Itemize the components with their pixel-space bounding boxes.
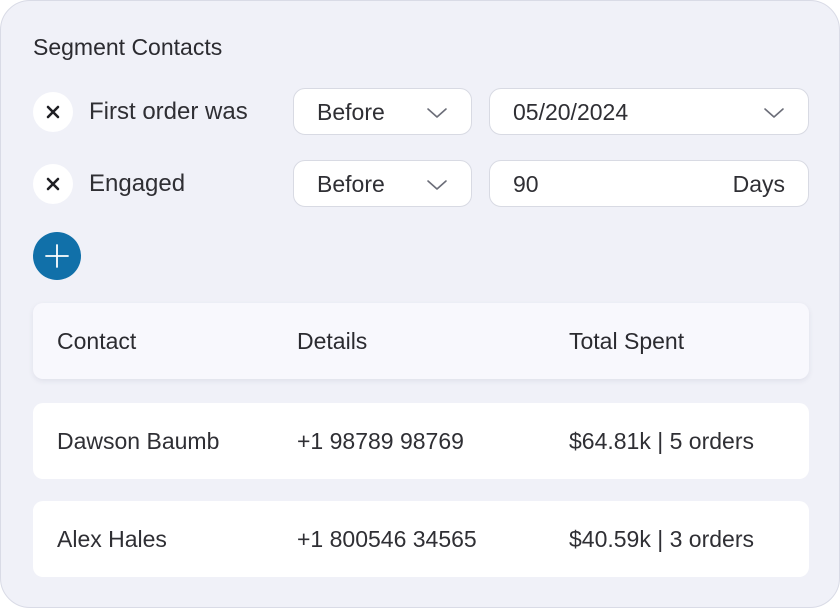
chevron-down-icon — [427, 180, 447, 190]
remove-filter-button[interactable] — [33, 164, 73, 204]
column-header-total-spent[interactable]: Total Spent — [569, 328, 684, 355]
operator-select[interactable]: Before — [293, 160, 472, 207]
panel-title: Segment Contacts — [33, 34, 223, 60]
operator-value: Before — [317, 171, 385, 197]
table-header: Contact Details Total Spent — [33, 303, 809, 379]
chevron-down-icon — [764, 108, 784, 118]
date-value: 05/20/2024 — [513, 99, 629, 125]
contact-total-spent: $64.81k | 5 orders — [569, 428, 754, 454]
remove-filter-button[interactable] — [33, 92, 73, 132]
segment-contacts-panel: Segment Contacts First order was Before … — [0, 0, 840, 608]
filter-row-first-order: First order was Before 05/20/2024 — [33, 88, 809, 136]
filter-row-engaged: Engaged Before 90 Days — [33, 160, 809, 208]
plus-icon — [45, 244, 69, 268]
contact-phone: +1 800546 34565 — [297, 526, 477, 552]
date-select[interactable]: 05/20/2024 — [489, 88, 809, 135]
days-input[interactable]: 90 Days — [489, 160, 809, 207]
days-unit: Days — [732, 171, 785, 197]
column-header-details[interactable]: Details — [297, 328, 367, 355]
filter-label: Engaged — [89, 170, 186, 197]
chevron-down-icon — [427, 108, 447, 118]
contact-total-spent: $40.59k | 3 orders — [569, 526, 754, 552]
contact-name: Alex Hales — [57, 526, 167, 552]
contact-name: Dawson Baumb — [57, 428, 220, 454]
contact-phone: +1 98789 98769 — [297, 428, 464, 454]
close-icon — [46, 105, 60, 119]
column-header-contact[interactable]: Contact — [57, 328, 136, 355]
operator-value: Before — [317, 99, 385, 125]
filter-label: First order was — [89, 98, 248, 125]
table-row[interactable]: Dawson Baumb +1 98789 98769 $64.81k | 5 … — [33, 403, 809, 479]
table-row[interactable]: Alex Hales +1 800546 34565 $40.59k | 3 o… — [33, 501, 809, 577]
days-value: 90 — [513, 171, 539, 197]
add-filter-button[interactable] — [33, 232, 81, 280]
operator-select[interactable]: Before — [293, 88, 472, 135]
close-icon — [46, 177, 60, 191]
